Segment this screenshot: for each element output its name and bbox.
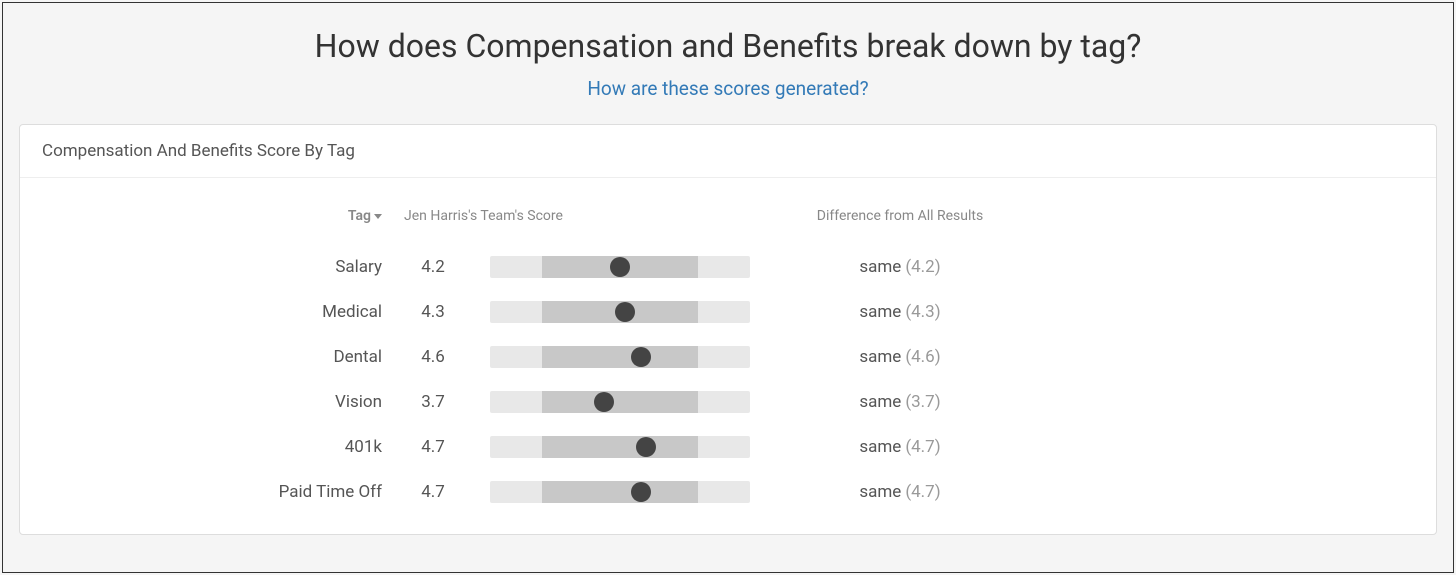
bar-track [490, 391, 750, 413]
diff-value: (4.7) [905, 482, 940, 502]
score-column-label: Jen Harris's Team's Score [390, 208, 770, 224]
bar-marker [631, 347, 651, 367]
score-value: 4.7 [390, 437, 470, 457]
tag-column-sort[interactable]: Tag [20, 208, 390, 224]
bar-track [490, 301, 750, 323]
bar-marker [615, 302, 635, 322]
score-value: 4.2 [390, 257, 470, 277]
table-body: Salary4.2same(4.2)Medical4.3same(4.3)Den… [20, 244, 1436, 514]
table-row: Dental4.6 same(4.6) [20, 334, 1436, 379]
bar-track [490, 346, 750, 368]
help-link[interactable]: How are these scores generated? [587, 77, 868, 100]
diff-label: same [859, 347, 901, 367]
score-bar [470, 256, 770, 278]
score-bar [470, 436, 770, 458]
tag-label: Dental [20, 347, 390, 367]
app-frame: How does Compensation and Benefits break… [2, 2, 1454, 573]
bar-band [542, 436, 698, 458]
diff-cell: same(4.7) [770, 482, 1030, 502]
score-value: 4.3 [390, 302, 470, 322]
table-header-row: Tag Jen Harris's Team's Score Difference… [20, 208, 1436, 244]
bar-marker [610, 257, 630, 277]
bar-track [490, 256, 750, 278]
table-row: Vision3.7 same(3.7) [20, 379, 1436, 424]
diff-cell: same(4.2) [770, 257, 1030, 277]
score-value: 4.7 [390, 482, 470, 502]
score-bar [470, 481, 770, 503]
score-card: Compensation And Benefits Score By Tag T… [19, 124, 1437, 535]
diff-cell: same(4.7) [770, 437, 1030, 457]
diff-label: same [859, 437, 901, 457]
score-bar [470, 301, 770, 323]
bar-band [542, 481, 698, 503]
diff-value: (4.7) [905, 437, 940, 457]
tag-label: Salary [20, 257, 390, 277]
help-link-container: How are these scores generated? [3, 77, 1453, 124]
diff-value: (4.3) [905, 302, 940, 322]
bar-marker [631, 482, 651, 502]
table-row: Medical4.3 same(4.3) [20, 289, 1436, 334]
diff-label: same [859, 482, 901, 502]
bar-track [490, 436, 750, 458]
tag-label: 401k [20, 437, 390, 457]
score-value: 3.7 [390, 392, 470, 412]
diff-value: (4.6) [905, 347, 940, 367]
diff-cell: same(3.7) [770, 392, 1030, 412]
diff-value: (3.7) [905, 392, 940, 412]
page-title: How does Compensation and Benefits break… [3, 3, 1453, 77]
bar-marker [594, 392, 614, 412]
diff-column-label: Difference from All Results [770, 208, 1030, 224]
diff-label: same [859, 392, 901, 412]
card-header: Compensation And Benefits Score By Tag [20, 125, 1436, 178]
table-row: Salary4.2 same(4.2) [20, 244, 1436, 289]
table-row: 401k4.7 same(4.7) [20, 424, 1436, 469]
tag-label: Vision [20, 392, 390, 412]
score-bar [470, 391, 770, 413]
caret-down-icon [374, 214, 382, 219]
table-row: Paid Time Off4.7 same(4.7) [20, 469, 1436, 514]
tag-column-label: Tag [348, 208, 371, 224]
tag-label: Paid Time Off [20, 482, 390, 502]
diff-cell: same(4.3) [770, 302, 1030, 322]
bar-marker [636, 437, 656, 457]
bar-track [490, 481, 750, 503]
score-bar [470, 346, 770, 368]
score-table: Tag Jen Harris's Team's Score Difference… [20, 178, 1436, 534]
diff-label: same [859, 257, 901, 277]
diff-cell: same(4.6) [770, 347, 1030, 367]
bar-band [542, 391, 698, 413]
bar-band [542, 346, 698, 368]
diff-value: (4.2) [905, 257, 940, 277]
tag-label: Medical [20, 302, 390, 322]
diff-label: same [859, 302, 901, 322]
score-value: 4.6 [390, 347, 470, 367]
